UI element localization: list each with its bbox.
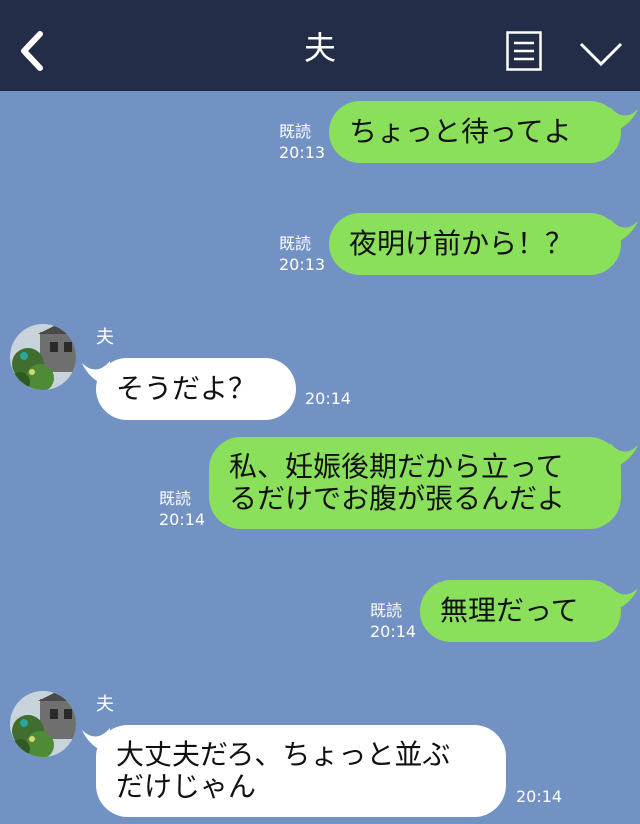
message-time: 20:13: [279, 143, 326, 162]
message-meta: 既読 20:13: [279, 121, 325, 163]
bubble-tail: [610, 219, 638, 245]
message-text-line: 大丈夫だろ、ちょっと並ぶ: [116, 738, 451, 771]
avatar-photo-icon: [10, 691, 76, 757]
sender-name: 夫: [96, 327, 114, 348]
message-meta: 既読 20:14: [370, 600, 416, 642]
message-bubble[interactable]: 私、妊娠後期だから立って るだけでお腹が張るんだよ: [209, 437, 621, 529]
avatar-photo-icon: [10, 324, 76, 390]
read-receipt: 既読: [159, 489, 192, 508]
message-meta: 既読 20:13: [279, 233, 325, 275]
avatar[interactable]: [10, 691, 76, 757]
bubble-tail: [610, 107, 638, 133]
chat-area[interactable]: 既読 20:13 ちょっと待ってよ 既読 20:13 夜明け前から！？ 夫 そう…: [0, 91, 640, 824]
message-text: そうだよ？: [116, 372, 257, 405]
message-text-line: 私、妊娠後期だから立って: [229, 450, 564, 483]
message-text: 夜明け前から！？: [349, 227, 574, 260]
chat-title: 夫: [303, 29, 336, 67]
message-meta: 既読 20:14: [159, 488, 205, 530]
message-bubble[interactable]: 夜明け前から！？: [329, 213, 621, 275]
message-time: 20:14: [370, 622, 417, 641]
bubble-tail: [610, 586, 638, 612]
message-text-line: るだけでお腹が張るんだよ: [229, 482, 566, 515]
message-bubble[interactable]: ちょっと待ってよ: [329, 101, 621, 163]
bubble-tail: [610, 443, 638, 469]
message-bubble[interactable]: そうだよ？: [96, 358, 296, 420]
message-text: 無理だって: [440, 594, 579, 627]
message-time: 20:14: [305, 389, 352, 408]
read-receipt: 既読: [279, 234, 312, 253]
chevron-down-icon[interactable]: [578, 40, 624, 68]
sender-name: 夫: [96, 694, 114, 715]
memo-list-icon[interactable]: [506, 31, 542, 71]
message-bubble[interactable]: 大丈夫だろ、ちょっと並ぶ だけじゃん: [96, 725, 506, 817]
message-bubble[interactable]: 無理だって: [420, 580, 621, 642]
message-time: 20:14: [516, 787, 563, 806]
message-text-line: だけじゃん: [116, 770, 257, 803]
chat-header: 夫: [0, 0, 640, 91]
read-receipt: 既読: [279, 122, 312, 141]
message-text: ちょっと待ってよ: [349, 115, 572, 148]
message-time: 20:13: [279, 255, 326, 274]
message-time: 20:14: [159, 510, 206, 529]
avatar[interactable]: [10, 324, 76, 390]
read-receipt: 既読: [370, 601, 403, 620]
